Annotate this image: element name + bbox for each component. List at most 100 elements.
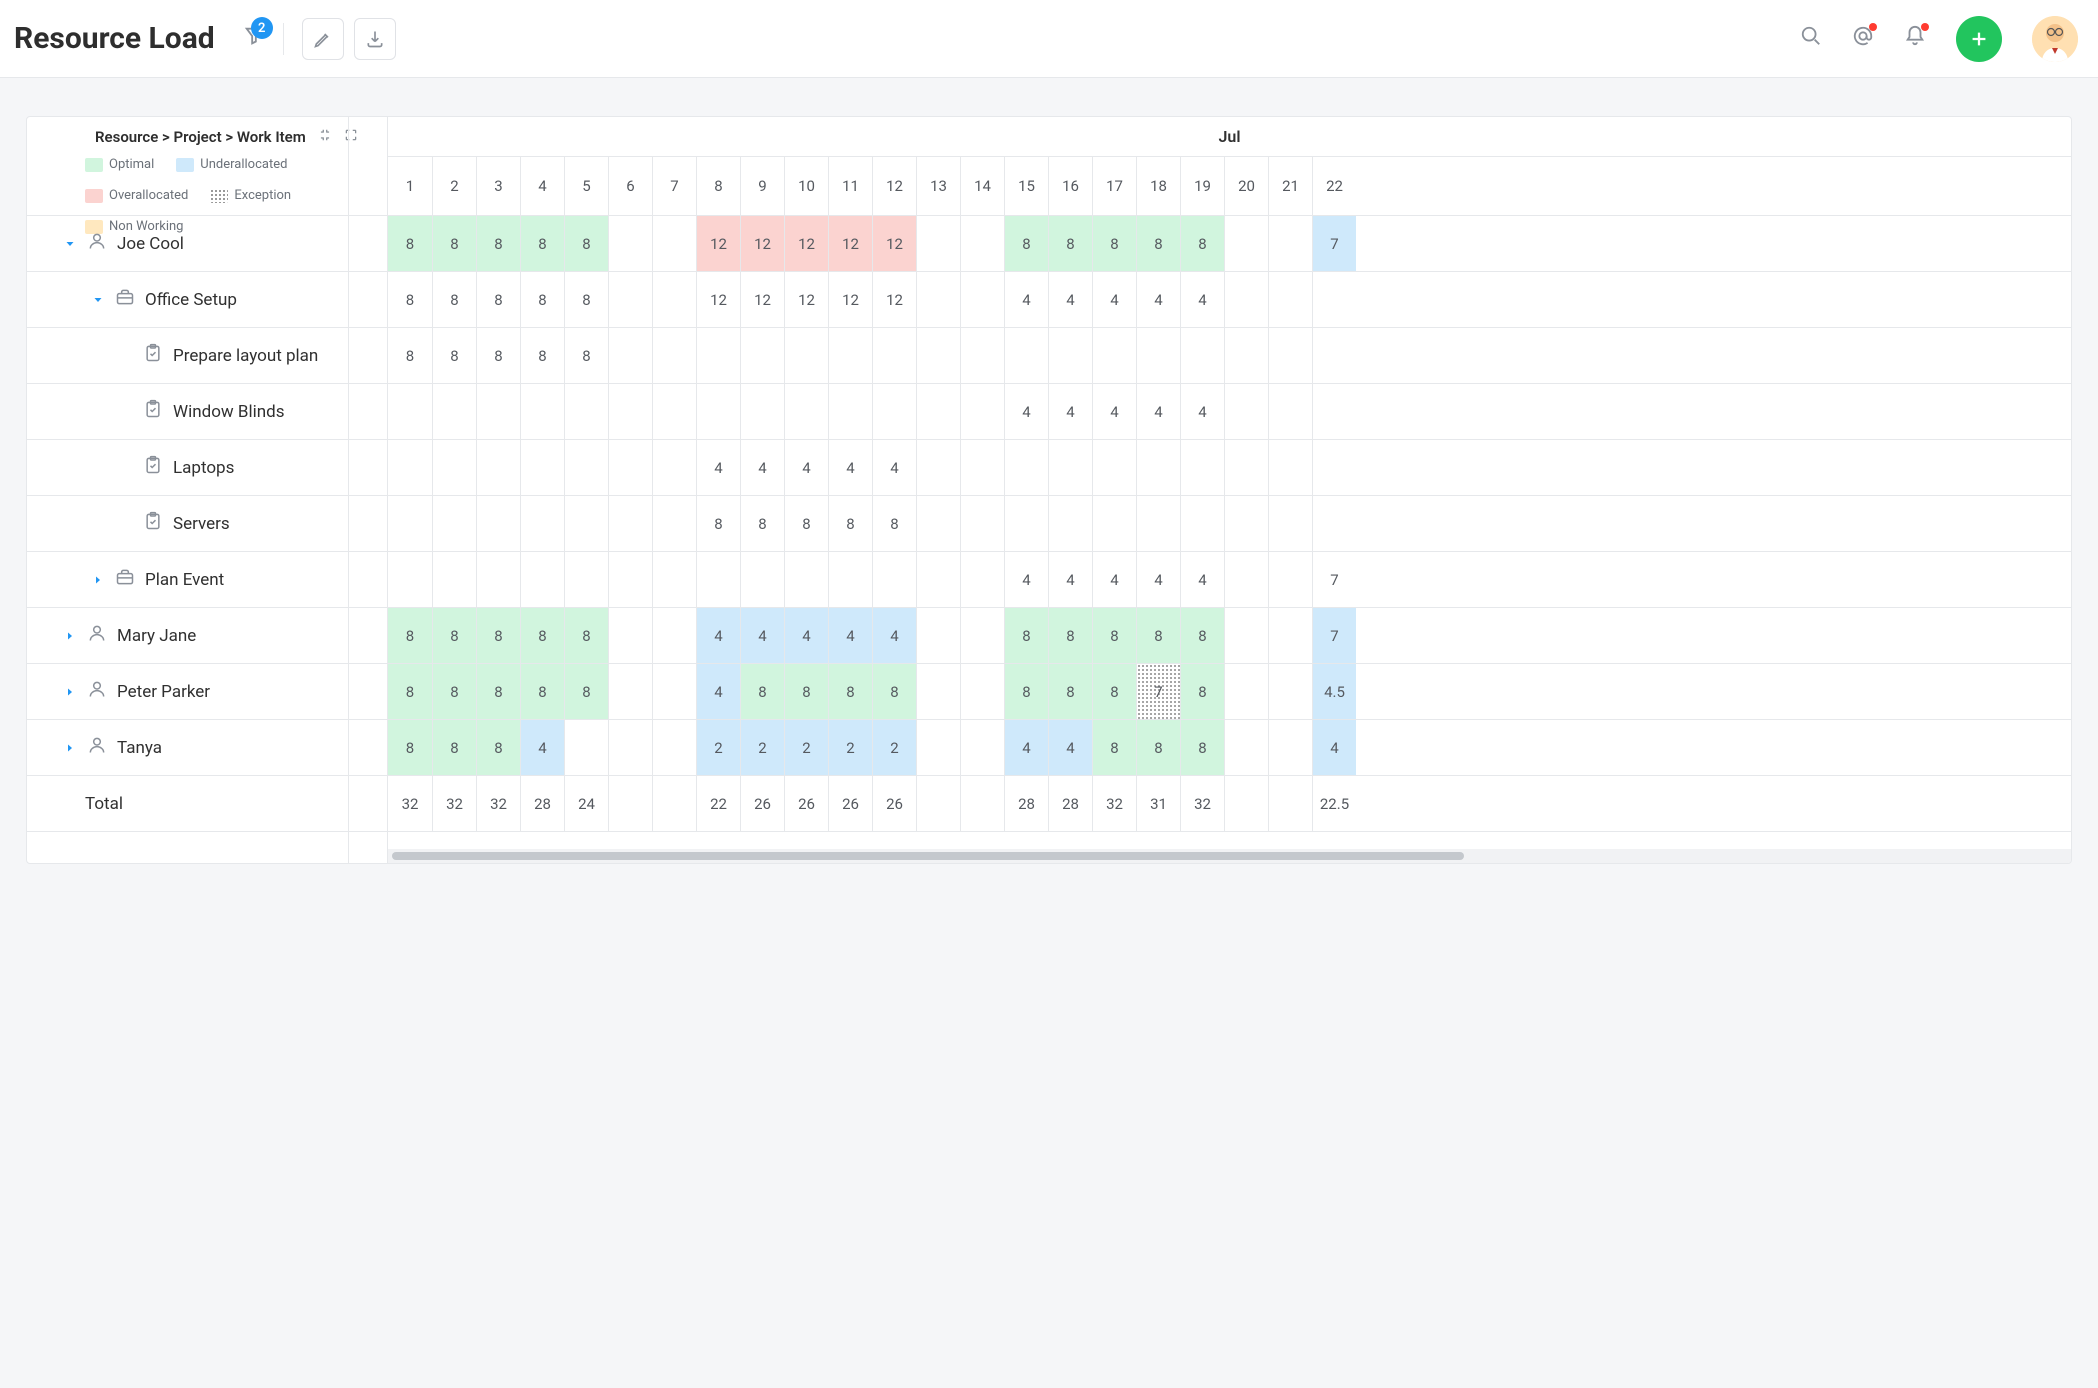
load-cell[interactable]: 8 [1136, 216, 1180, 271]
load-cell[interactable]: 8 [388, 272, 432, 327]
load-cell[interactable] [1224, 328, 1268, 383]
load-cell[interactable]: 2 [828, 720, 872, 775]
load-cell[interactable] [476, 440, 520, 495]
load-cell[interactable]: 4 [696, 440, 740, 495]
row-label-tanya[interactable]: Tanya [27, 720, 387, 775]
load-cell[interactable]: 8 [432, 608, 476, 663]
load-cell[interactable] [1136, 440, 1180, 495]
load-cell[interactable]: 8 [1092, 720, 1136, 775]
load-cell[interactable] [1004, 496, 1048, 551]
load-cell[interactable] [960, 328, 1004, 383]
load-cell[interactable] [564, 496, 608, 551]
load-cell[interactable] [388, 552, 432, 607]
load-cell[interactable]: 4 [1136, 272, 1180, 327]
load-cell[interactable]: 12 [872, 272, 916, 327]
load-cell[interactable]: 4 [1048, 720, 1092, 775]
load-cell[interactable]: 12 [740, 216, 784, 271]
load-cell[interactable] [1224, 440, 1268, 495]
load-cell[interactable]: 8 [740, 496, 784, 551]
load-cell[interactable] [652, 384, 696, 439]
load-cell[interactable]: 4 [1048, 552, 1092, 607]
load-cell[interactable] [608, 272, 652, 327]
load-cell[interactable]: 8 [828, 664, 872, 719]
load-cell[interactable]: 8 [476, 328, 520, 383]
load-cell[interactable] [872, 328, 916, 383]
load-cell[interactable] [1224, 664, 1268, 719]
load-cell[interactable]: 31 [1136, 776, 1180, 831]
load-cell[interactable] [652, 776, 696, 831]
load-cell[interactable]: 8 [1048, 216, 1092, 271]
load-cell[interactable] [476, 496, 520, 551]
load-cell[interactable]: 8 [564, 608, 608, 663]
load-cell[interactable] [564, 720, 608, 775]
load-cell[interactable]: 4 [828, 440, 872, 495]
load-cell[interactable] [1224, 720, 1268, 775]
load-cell[interactable]: 4 [872, 440, 916, 495]
load-cell[interactable] [1312, 440, 1356, 495]
load-cell[interactable] [916, 608, 960, 663]
grouping-breadcrumb[interactable]: Resource > Project > Work Item [95, 128, 306, 146]
load-cell[interactable]: 12 [828, 216, 872, 271]
load-cell[interactable] [1048, 440, 1092, 495]
load-cell[interactable] [388, 440, 432, 495]
load-cell[interactable] [520, 440, 564, 495]
load-cell[interactable]: 8 [1136, 608, 1180, 663]
load-cell[interactable] [872, 552, 916, 607]
load-cell[interactable] [608, 440, 652, 495]
load-cell[interactable]: 8 [564, 272, 608, 327]
load-cell[interactable]: 4 [828, 608, 872, 663]
load-cell[interactable] [784, 384, 828, 439]
load-cell[interactable]: 8 [520, 608, 564, 663]
load-cell[interactable] [1268, 496, 1312, 551]
load-cell[interactable]: 4 [696, 664, 740, 719]
load-cell[interactable] [916, 384, 960, 439]
load-cell[interactable]: 8 [1004, 216, 1048, 271]
load-cell[interactable]: 4 [1180, 384, 1224, 439]
load-cell[interactable]: 32 [388, 776, 432, 831]
load-cell[interactable]: 8 [388, 216, 432, 271]
load-cell[interactable]: 8 [828, 496, 872, 551]
load-cell[interactable]: 32 [476, 776, 520, 831]
load-cell[interactable]: 8 [476, 216, 520, 271]
load-cell[interactable] [916, 552, 960, 607]
load-cell[interactable] [1268, 776, 1312, 831]
load-cell[interactable]: 8 [388, 608, 432, 663]
load-cell[interactable] [520, 496, 564, 551]
load-cell[interactable]: 4 [520, 720, 564, 775]
load-cell[interactable] [960, 608, 1004, 663]
load-cell[interactable]: 4 [1048, 384, 1092, 439]
load-cell[interactable]: 8 [476, 608, 520, 663]
load-cell[interactable] [1268, 608, 1312, 663]
load-cell[interactable] [608, 776, 652, 831]
load-cell[interactable] [1312, 272, 1356, 327]
load-cell[interactable]: 8 [388, 720, 432, 775]
load-cell[interactable]: 8 [1180, 664, 1224, 719]
load-cell[interactable]: 4 [1312, 720, 1356, 775]
load-cell[interactable] [1312, 496, 1356, 551]
load-cell[interactable]: 8 [432, 720, 476, 775]
load-cell[interactable] [1180, 328, 1224, 383]
load-cell[interactable] [564, 384, 608, 439]
load-cell[interactable] [916, 272, 960, 327]
load-cell[interactable] [1004, 440, 1048, 495]
load-cell[interactable]: 4 [1004, 552, 1048, 607]
load-cell[interactable] [1268, 664, 1312, 719]
load-cell[interactable]: 4 [696, 608, 740, 663]
load-cell[interactable] [564, 440, 608, 495]
load-cell[interactable]: 26 [740, 776, 784, 831]
load-cell[interactable] [608, 328, 652, 383]
load-cell[interactable]: 8 [1136, 720, 1180, 775]
load-cell[interactable] [1224, 496, 1268, 551]
load-cell[interactable]: 8 [1180, 216, 1224, 271]
load-cell[interactable] [608, 552, 652, 607]
load-cell[interactable] [1268, 440, 1312, 495]
load-cell[interactable] [1312, 384, 1356, 439]
load-cell[interactable]: 8 [1092, 664, 1136, 719]
load-cell[interactable]: 32 [1180, 776, 1224, 831]
load-cell[interactable]: 4.5 [1312, 664, 1356, 719]
load-cell[interactable] [652, 328, 696, 383]
load-cell[interactable]: 8 [476, 664, 520, 719]
load-cell[interactable]: 32 [1092, 776, 1136, 831]
row-label-office-setup[interactable]: Office Setup [27, 272, 387, 327]
row-label-joe[interactable]: Joe Cool [27, 216, 387, 271]
